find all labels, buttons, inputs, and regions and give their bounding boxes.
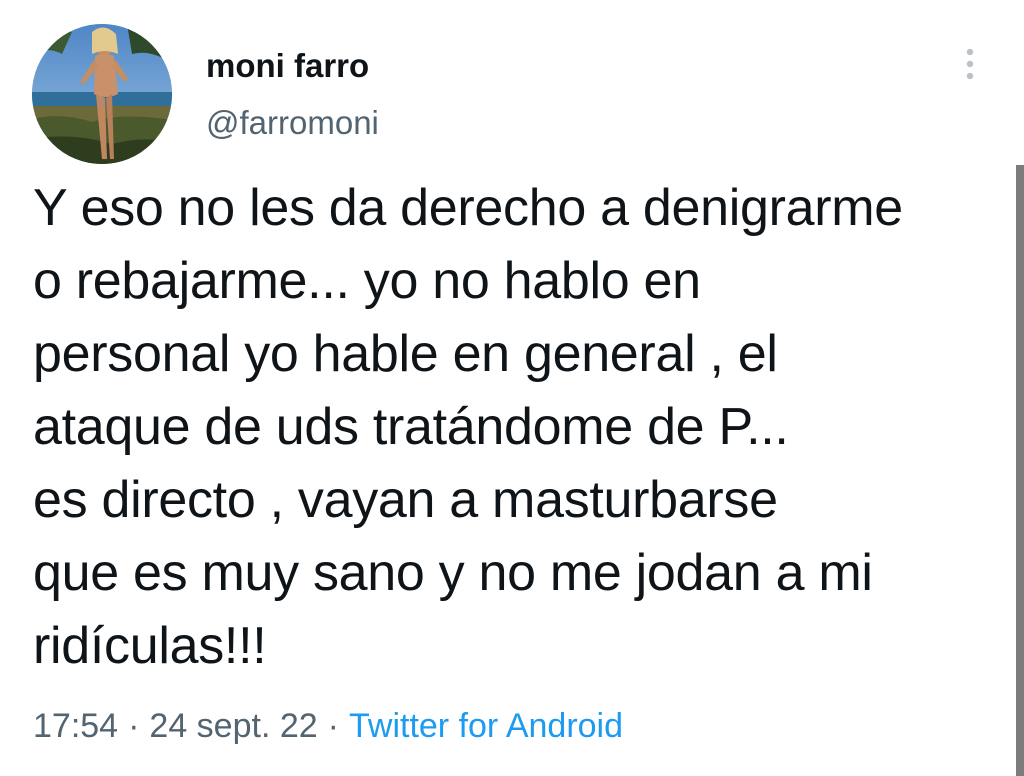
tweet-text-line: personal yo hable en general , el	[33, 325, 778, 383]
tweet-date[interactable]: 24 sept. 22	[149, 707, 317, 745]
tweet-text-line: es directo , vayan a masturbarse	[33, 471, 778, 529]
avatar-image	[32, 24, 172, 164]
more-vertical-icon	[966, 48, 974, 80]
author-handle[interactable]: @farromoni	[206, 101, 379, 145]
meta-separator: ·	[128, 707, 140, 745]
tweet-metadata: 17:54 · 24 sept. 22 · Twitter for Android	[33, 704, 623, 748]
tweet-source-link[interactable]: Twitter for Android	[349, 707, 623, 745]
tweet-time[interactable]: 17:54	[33, 707, 118, 745]
tweet-text-line: ataque de uds tratándome de P...	[33, 398, 789, 456]
tweet-text: Y eso no les da derecho a denigrarme o r…	[33, 172, 1008, 683]
tweet-text-line: que es muy sano y no me jodan a mi	[33, 544, 873, 602]
tweet-text-line: ridículas!!!	[33, 617, 267, 675]
tweet-text-line: o rebajarme... yo no hablo en	[33, 252, 701, 310]
meta-separator: ·	[327, 707, 339, 745]
author-display-name[interactable]: moni farro	[206, 44, 369, 88]
scrollbar[interactable]	[1016, 165, 1024, 776]
tweet-text-line: Y eso no les da derecho a denigrarme	[33, 179, 903, 237]
more-options-button[interactable]	[956, 42, 984, 86]
avatar[interactable]	[32, 24, 172, 164]
